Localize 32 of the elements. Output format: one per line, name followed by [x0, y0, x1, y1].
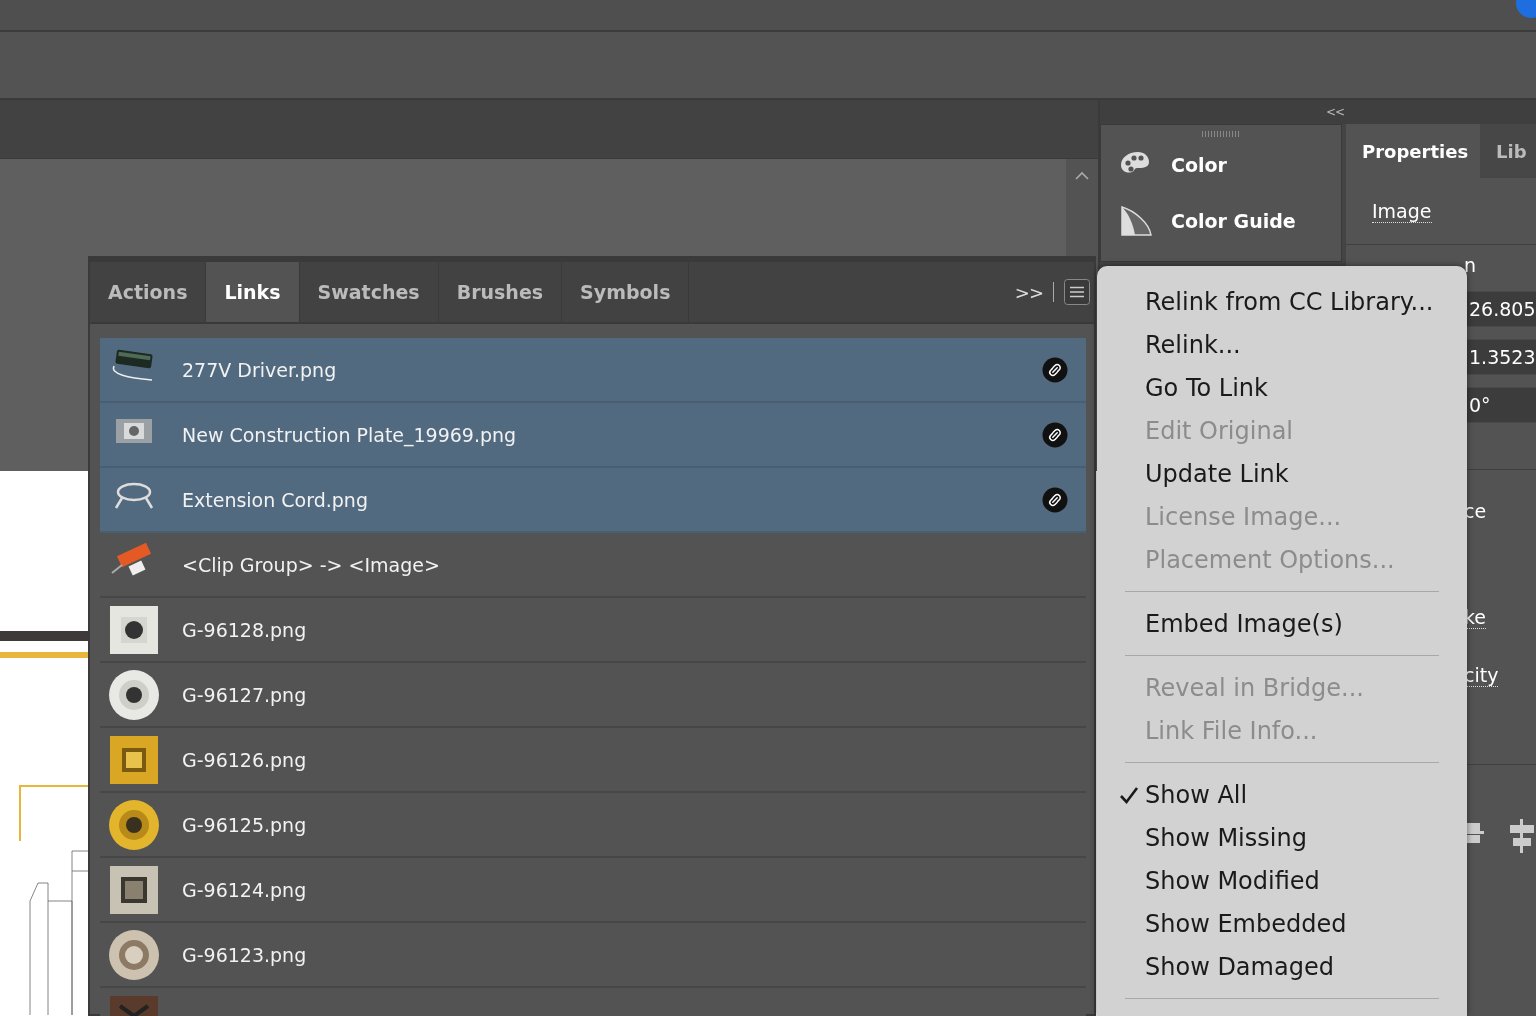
- panel-tab[interactable]: Symbols: [562, 262, 690, 322]
- input-field[interactable]: 0°: [1464, 387, 1536, 423]
- panel-tab[interactable]: Properties: [1346, 124, 1481, 178]
- panel-tab[interactable]: Links: [206, 262, 300, 322]
- menu-item[interactable]: Relink from CC Library...: [1097, 280, 1467, 323]
- menu-item[interactable]: Show Damaged: [1097, 945, 1467, 988]
- menu-item[interactable]: Show Modified: [1097, 859, 1467, 902]
- menu-item[interactable]: Embed Image(s): [1097, 602, 1467, 645]
- menu-item[interactable]: Update Link: [1097, 452, 1467, 495]
- panel-button[interactable]: Color: [1101, 137, 1341, 193]
- scroll-up-icon[interactable]: [1075, 171, 1089, 180]
- panel-button[interactable]: Color Guide: [1101, 193, 1341, 249]
- panel-tab[interactable]: Brushes: [438, 262, 563, 322]
- panel-tab[interactable]: Swatches: [299, 262, 439, 322]
- align-icon[interactable]: [1510, 819, 1534, 853]
- image-link[interactable]: Image: [1372, 199, 1432, 223]
- menu-icon[interactable]: [1064, 279, 1090, 305]
- overflow-button[interactable]: >>: [1014, 281, 1043, 303]
- collapse-button[interactable]: <<: [1325, 105, 1345, 119]
- menu-item[interactable]: Show All: [1097, 773, 1467, 816]
- link-row[interactable]: New Construction Plate_19969.png: [100, 403, 1086, 468]
- link-row[interactable]: Extension Cord.png: [100, 468, 1086, 533]
- menu-item[interactable]: Go To Link: [1097, 366, 1467, 409]
- field-label: n: [1464, 254, 1477, 276]
- menu-item[interactable]: Show Missing: [1097, 816, 1467, 859]
- input-field[interactable]: 26.805: [1464, 291, 1536, 327]
- menu-item[interactable]: Relink...: [1097, 323, 1467, 366]
- link-row[interactable]: 277V Driver.png: [100, 338, 1086, 403]
- panel-tab[interactable]: Lib: [1480, 124, 1536, 178]
- input-field[interactable]: 1.3523: [1464, 339, 1536, 375]
- color-guide-icon: [1119, 205, 1155, 237]
- menu-item[interactable]: Show Embedded: [1097, 902, 1467, 945]
